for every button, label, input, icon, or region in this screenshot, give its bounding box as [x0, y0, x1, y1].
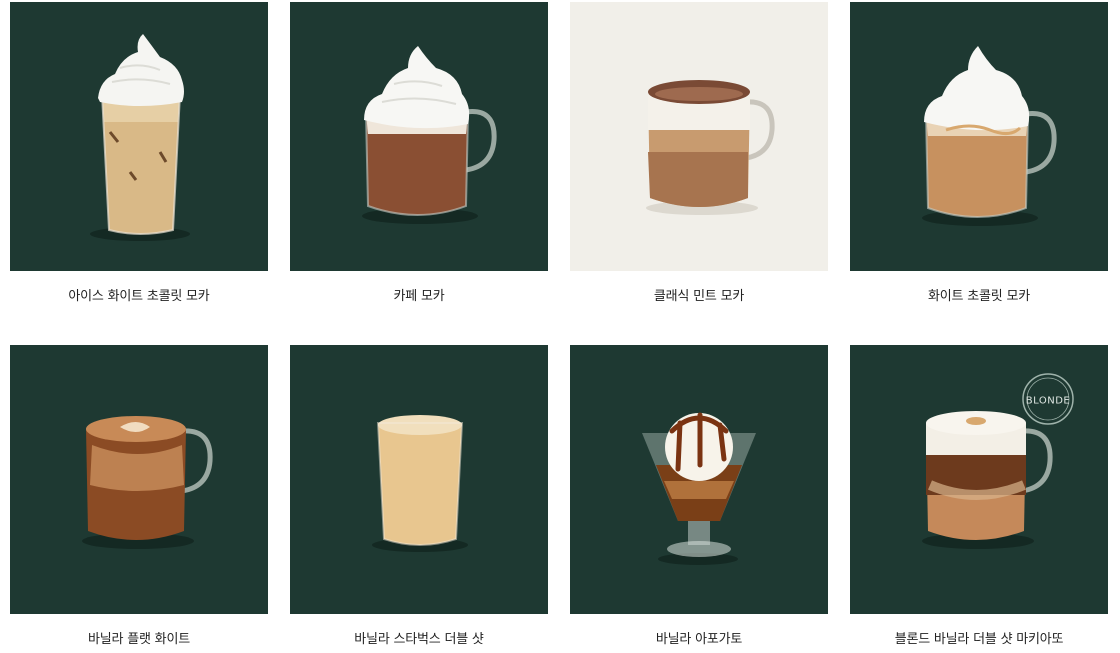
glass-drink-illustration [372, 415, 468, 552]
product-name[interactable]: 블론드 바닐라 더블 샷 마키아또 [850, 631, 1108, 649]
mug-drink-illustration [646, 80, 775, 215]
product-name[interactable]: 바닐라 아포가토 [570, 631, 828, 649]
product-name[interactable]: 카페 모카 [290, 288, 548, 306]
product-card[interactable]: 클래식 민트 모카 [570, 2, 828, 306]
product-card[interactable]: 바닐라 플랫 화이트 [10, 345, 268, 649]
product-card[interactable]: 바닐라 스타벅스 더블 샷 [290, 345, 548, 649]
product-image-vanilla-starbucks-double-shot[interactable] [290, 345, 548, 614]
mug-drink-illustration [362, 46, 497, 224]
product-image-classic-mint-mocha[interactable] [570, 2, 828, 271]
product-name[interactable]: 바닐라 스타벅스 더블 샷 [290, 631, 548, 649]
mug-drink-illustration: BLONDE [922, 373, 1074, 549]
mug-drink-illustration [82, 416, 213, 549]
product-card[interactable]: 화이트 초콜릿 모카 [850, 2, 1108, 306]
product-card[interactable]: BLONDE 블론드 바닐라 더블 샷 마키아또 [850, 345, 1108, 649]
product-name[interactable]: 화이트 초콜릿 모카 [850, 288, 1108, 306]
product-name[interactable]: 바닐라 플랫 화이트 [10, 631, 268, 649]
product-card[interactable]: 아이스 화이트 초콜릿 모카 [10, 2, 268, 306]
product-image-vanilla-flat-white[interactable] [10, 345, 268, 614]
product-image-white-chocolate-mocha[interactable] [850, 2, 1108, 271]
mug-drink-illustration [922, 46, 1057, 226]
product-card[interactable]: 카페 모카 [290, 2, 548, 306]
product-image-caffe-mocha[interactable] [290, 2, 548, 271]
product-grid: 아이스 화이트 초콜릿 모카 카페 모카 클래식 민트 모카 화이트 초콜릿 모… [0, 0, 1120, 653]
product-image-iced-white-chocolate-mocha[interactable] [10, 2, 268, 271]
product-card[interactable]: 바닐라 아포가토 [570, 345, 828, 649]
blonde-badge-label: BLONDE [1026, 396, 1070, 407]
product-image-vanilla-affogato[interactable] [570, 345, 828, 614]
affogato-illustration [642, 412, 756, 565]
product-name[interactable]: 클래식 민트 모카 [570, 288, 828, 306]
product-name[interactable]: 아이스 화이트 초콜릿 모카 [10, 288, 268, 306]
product-image-blonde-vanilla-double-shot-macchiato[interactable]: BLONDE [850, 345, 1108, 614]
iced-drink-illustration [90, 34, 190, 241]
